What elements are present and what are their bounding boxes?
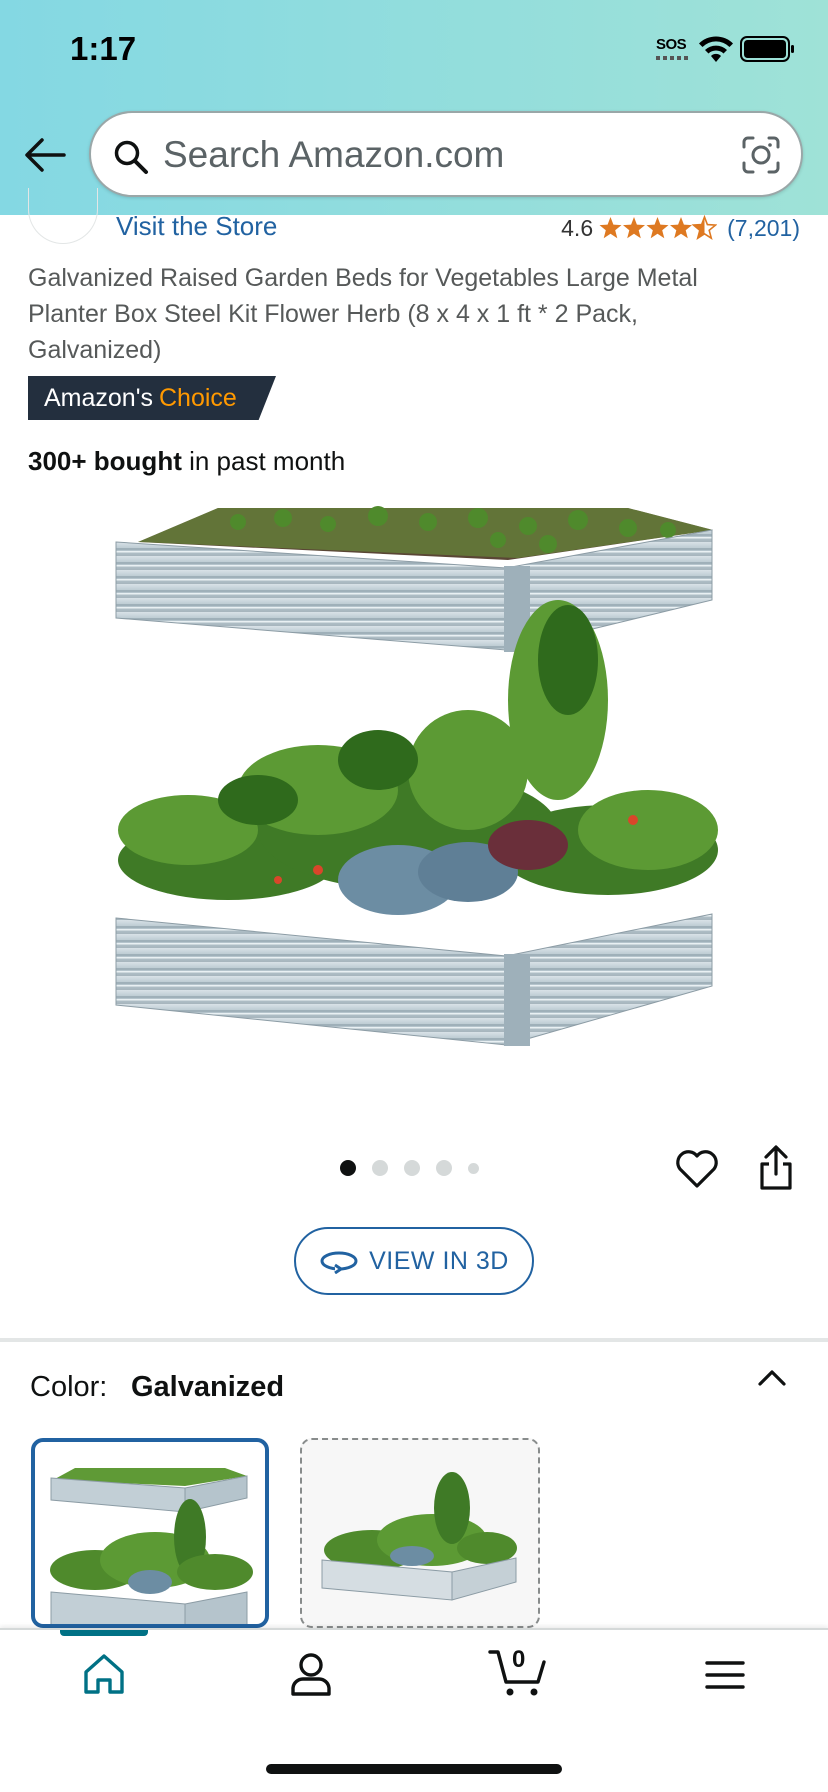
account-icon[interactable] — [290, 1652, 332, 1696]
back-arrow-icon[interactable] — [24, 134, 66, 176]
amazons-choice-badge[interactable]: Amazon's Choice — [28, 376, 276, 420]
chevron-up-icon[interactable] — [756, 1366, 788, 1390]
app-header: 1:17 SOS — [0, 0, 828, 215]
visit-store-link[interactable]: Visit the Store — [116, 211, 277, 242]
carousel-dot[interactable] — [468, 1162, 479, 1174]
purchase-count-strong: 300+ bought — [28, 446, 182, 476]
wifi-icon — [699, 36, 733, 62]
search-input[interactable] — [163, 127, 703, 183]
view-in-3d-button[interactable]: VIEW IN 3D — [294, 1227, 534, 1295]
battery-icon — [740, 36, 794, 62]
home-indicator-bar[interactable] — [266, 1764, 562, 1774]
rating-value: 4.6 — [561, 214, 594, 241]
product-image[interactable] — [108, 500, 720, 1090]
search-icon — [114, 140, 148, 174]
share-icon[interactable] — [756, 1144, 796, 1192]
heart-icon[interactable] — [674, 1148, 720, 1190]
carousel-dot[interactable] — [436, 1160, 452, 1176]
cart-count-badge: 0 — [512, 1646, 526, 1673]
badge-prefix: Amazon's — [44, 383, 153, 412]
home-icon[interactable] — [82, 1652, 126, 1696]
swatch-thumbnail — [50, 1468, 253, 1624]
color-label: Color: — [30, 1371, 108, 1403]
carousel-dot[interactable] — [372, 1160, 388, 1176]
section-divider — [0, 1338, 828, 1342]
color-swatch-galvanized[interactable] — [31, 1438, 269, 1628]
view-in-3d-label: VIEW IN 3D — [369, 1246, 509, 1275]
signal-dots-icon — [656, 56, 690, 60]
product-title: Galvanized Raised Garden Beds for Vegeta… — [28, 264, 698, 364]
purchase-count: 300+ bought in past month — [28, 446, 345, 477]
rating-summary[interactable]: 4.6 (7,201) — [561, 213, 800, 243]
image-carousel-dots[interactable] — [340, 1160, 479, 1176]
star-rating-icon — [599, 216, 717, 239]
badge-highlight: Choice — [158, 383, 237, 412]
store-avatar[interactable] — [28, 188, 98, 244]
menu-icon[interactable] — [705, 1660, 745, 1690]
status-bar: 1:17 SOS — [0, 0, 828, 100]
camera-search-icon[interactable] — [741, 135, 781, 175]
status-time: 1:17 — [70, 30, 137, 67]
active-tab-indicator — [60, 1630, 148, 1636]
sos-indicator: SOS — [656, 36, 687, 53]
swatch-thumbnail — [321, 1472, 517, 1601]
carousel-dot[interactable] — [404, 1160, 420, 1176]
rotate-3d-icon — [320, 1251, 358, 1274]
search-bar[interactable] — [89, 111, 803, 197]
selected-color: Galvanized — [131, 1371, 285, 1403]
rating-count-link[interactable]: (7,201) — [727, 215, 800, 242]
purchase-count-rest: in past month — [181, 446, 346, 476]
color-swatch-alternate[interactable] — [300, 1438, 540, 1628]
carousel-dot[interactable] — [340, 1160, 356, 1176]
